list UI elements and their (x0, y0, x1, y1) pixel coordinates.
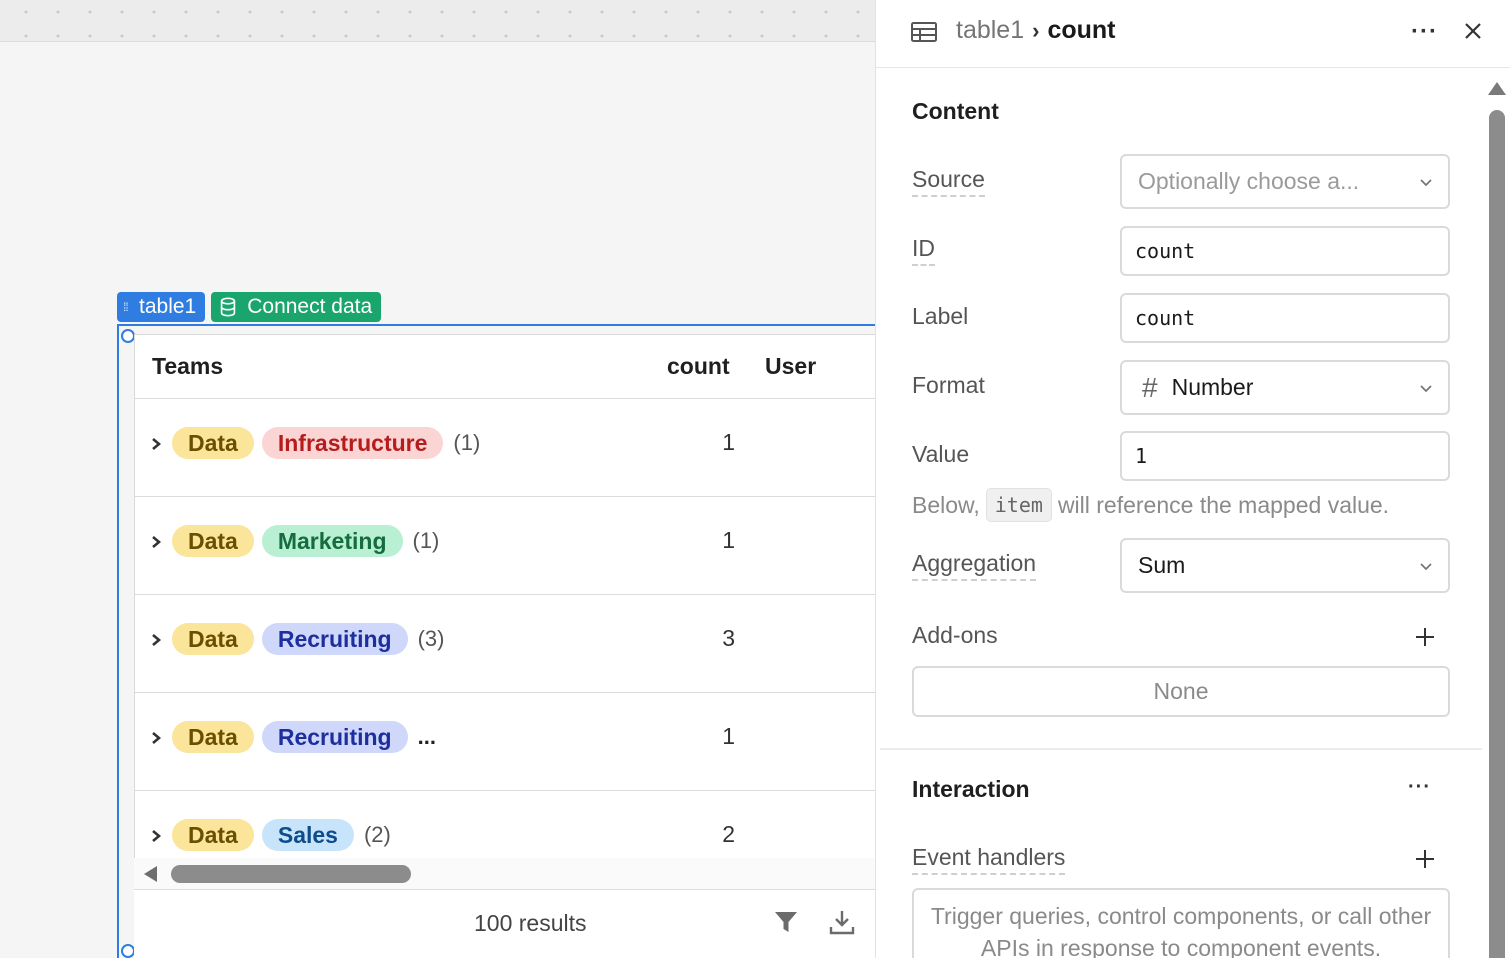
table-name-label: table1 (139, 295, 197, 318)
component-tags: ⁞⁞ table1 Connect data (117, 292, 382, 322)
connect-data-button[interactable]: Connect data (211, 292, 382, 322)
database-icon (220, 297, 236, 317)
source-placeholder: Optionally choose a... (1138, 168, 1360, 194)
table-footer: 100 results (134, 889, 875, 958)
addons-label: Add-ons (912, 622, 998, 648)
scroll-up-icon[interactable] (1488, 82, 1506, 95)
table-row[interactable]: Data Recruiting ... 1 (135, 693, 875, 791)
tag-pill: Recruiting (261, 721, 408, 753)
id-input[interactable]: count (1120, 226, 1450, 276)
panel-header: table1 › count ··· (876, 0, 1510, 68)
tag-pill: Data (172, 525, 254, 557)
table-icon (911, 22, 937, 42)
group-count: (3) (417, 626, 445, 651)
more-options-icon[interactable]: ··· (1411, 18, 1438, 46)
content-section-title: Content (912, 98, 999, 124)
resize-handle-bottom[interactable] (121, 944, 135, 958)
scrollbar-thumb[interactable] (1489, 110, 1505, 958)
scrollbar-thumb[interactable] (171, 865, 411, 883)
interaction-section-title: Interaction (912, 776, 1030, 802)
add-event-handler-icon[interactable] (1414, 848, 1436, 870)
hint-text-after: will reference the mapped value. (1057, 491, 1390, 518)
label-label: Label (912, 303, 969, 329)
tag-pill: Recruiting (261, 623, 408, 655)
hash-icon: # (1142, 371, 1158, 403)
inspector-panel: table1 › count ··· Content Source Option… (875, 0, 1510, 958)
tag-pill: Marketing (261, 525, 403, 557)
more-options-icon[interactable]: ··· (1408, 776, 1431, 799)
breadcrumb-current: count (1047, 16, 1116, 44)
tag-pill: Sales (261, 819, 354, 851)
connect-data-label: Connect data (247, 295, 373, 318)
chevron-right-icon[interactable] (149, 727, 163, 749)
tag-pill: Data (172, 623, 254, 655)
tag-pill: Data (172, 427, 254, 459)
chevron-right-icon[interactable] (149, 629, 163, 651)
table-row[interactable]: Data Infrastructure (1) 1 (135, 399, 875, 497)
scroll-left-icon[interactable] (144, 866, 157, 882)
results-count: 100 results (474, 910, 587, 936)
hint-text-before: Below, (912, 491, 980, 518)
tag-pill: Data (172, 721, 254, 753)
group-count: (2) (363, 822, 391, 847)
source-select[interactable]: Optionally choose a... (1120, 154, 1450, 209)
id-label: ID (912, 235, 935, 266)
chevron-right-icon: › (1032, 17, 1040, 43)
column-header-teams[interactable]: Teams (152, 353, 223, 380)
table-name-tag[interactable]: ⁞⁞ table1 (117, 292, 206, 322)
tag-pill: Data (172, 819, 254, 851)
column-header-user[interactable]: User (765, 353, 816, 380)
horizontal-scrollbar[interactable] (134, 858, 875, 890)
label-input[interactable]: count (1120, 293, 1450, 343)
group-count: (1) (412, 528, 440, 553)
group-count: ... (417, 724, 436, 749)
download-icon[interactable] (828, 908, 856, 936)
format-label: Format (912, 372, 985, 398)
addons-empty: None (912, 666, 1450, 717)
filter-icon[interactable] (772, 908, 800, 936)
chevron-down-icon (1420, 562, 1432, 570)
count-cell: 3 (722, 625, 735, 651)
value-label: Value (912, 441, 970, 467)
chevron-right-icon[interactable] (149, 531, 163, 553)
vertical-scrollbar[interactable] (1486, 80, 1508, 958)
format-select[interactable]: # Number (1120, 360, 1450, 415)
count-cell: 1 (722, 723, 735, 749)
drag-handle-icon[interactable]: ⁞⁞ (123, 301, 133, 313)
aggregation-label: Aggregation (912, 550, 1037, 581)
count-cell: 1 (722, 527, 735, 553)
table-row[interactable]: Data Marketing (1) 1 (135, 497, 875, 595)
count-cell: 1 (722, 429, 735, 455)
hint-code: item (985, 488, 1052, 522)
group-count: (1) (453, 430, 481, 455)
canvas-header-strip (0, 0, 875, 42)
column-header-count[interactable]: count (667, 353, 730, 380)
resize-handle-top[interactable] (121, 329, 135, 343)
aggregation-value: Sum (1138, 552, 1186, 578)
tag-pill: Infrastructure (261, 427, 444, 459)
format-value: Number (1171, 374, 1254, 400)
value-input[interactable]: 1 (1120, 431, 1450, 481)
canvas[interactable]: ⁞⁞ table1 Connect data Teams count User … (0, 0, 875, 958)
chevron-down-icon (1420, 178, 1432, 186)
add-addon-icon[interactable] (1414, 626, 1436, 648)
event-handlers-empty[interactable]: Trigger queries, control components, or … (912, 888, 1450, 958)
value-hint: Below, item will reference the mapped va… (912, 488, 1389, 522)
aggregation-select[interactable]: Sum (1120, 538, 1450, 593)
chevron-down-icon (1420, 384, 1432, 392)
close-icon[interactable] (1462, 20, 1484, 42)
section-divider (880, 748, 1482, 750)
table-row[interactable]: Data Recruiting (3) 3 (135, 595, 875, 693)
chevron-right-icon[interactable] (149, 433, 163, 455)
breadcrumb: table1 › count (956, 16, 1116, 45)
chevron-right-icon[interactable] (149, 825, 163, 847)
count-cell: 2 (722, 821, 735, 847)
event-handlers-label: Event handlers (912, 844, 1066, 875)
source-label: Source (912, 166, 985, 197)
table-header: Teams count User (135, 335, 875, 399)
breadcrumb-parent[interactable]: table1 (956, 16, 1024, 45)
